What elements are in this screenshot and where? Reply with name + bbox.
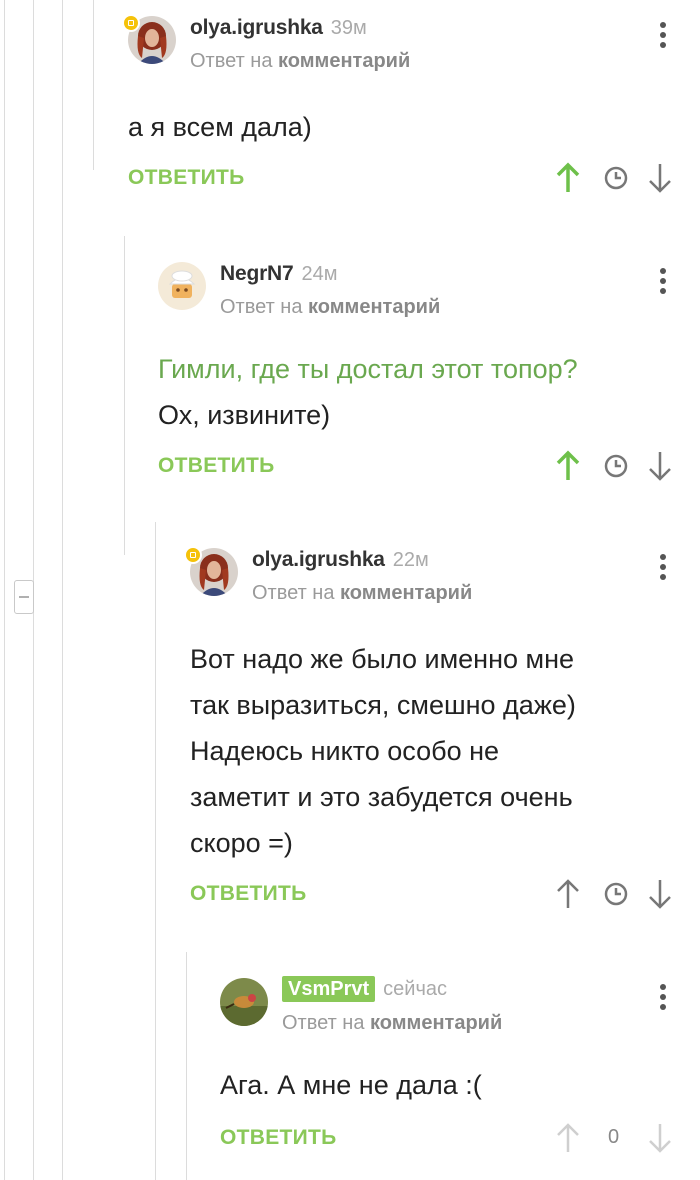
comment-time: 39м xyxy=(330,17,367,39)
arrow-up-icon[interactable] xyxy=(554,448,582,484)
comment-score: 0 xyxy=(608,1126,620,1148)
comment-actions: ОТВЕТИТЬ xyxy=(158,450,700,490)
more-vertical-icon[interactable] xyxy=(660,554,666,584)
arrow-down-icon xyxy=(649,1124,671,1153)
comment-actions: ОТВЕТИТЬ xyxy=(128,162,700,202)
arrow-down-icon[interactable] xyxy=(646,160,674,196)
clock-icon[interactable] xyxy=(602,876,630,912)
more-vertical-icon[interactable] xyxy=(660,22,666,52)
reply-to: Ответ на комментарий xyxy=(282,1012,503,1034)
reply-button[interactable]: ОТВЕТИТЬ xyxy=(128,166,245,190)
comment-text: Гимли, где ты достал этот топор? Ох, изв… xyxy=(158,346,578,438)
arrow-up-icon[interactable] xyxy=(554,876,582,912)
comment: olya.igrushka 22м Ответ на комментарий Во… xyxy=(184,546,700,918)
comment-header: olya.igrushka 22м xyxy=(252,548,429,572)
clock-icon[interactable] xyxy=(602,448,630,484)
reply-to: Ответ на комментарий xyxy=(190,50,411,72)
comment: VsmPrvt сейчас Ответ на комментарий Ага. … xyxy=(220,976,700,1168)
more-vertical-icon[interactable] xyxy=(660,268,666,298)
parent-comment-link[interactable]: комментарий xyxy=(340,582,472,604)
arrow-up-icon xyxy=(557,1123,579,1152)
comment-time: 22м xyxy=(392,549,429,571)
author-name[interactable]: olya.igrushka xyxy=(190,16,323,39)
thread-line xyxy=(93,0,94,170)
reply-button[interactable]: ОТВЕТИТЬ xyxy=(220,1126,337,1150)
avatar[interactable] xyxy=(158,262,206,310)
comment-text: Вот надо же было именно мне так выразить… xyxy=(190,644,576,858)
comment-header: VsmPrvt сейчас xyxy=(282,976,447,1002)
clock-icon[interactable] xyxy=(602,160,630,196)
comment-text: а я всем дала) xyxy=(128,112,312,142)
comment-actions: ОТВЕТИТЬ xyxy=(190,879,671,918)
reply-to: Ответ на комментарий xyxy=(220,296,441,318)
author-name[interactable]: NegrN7 xyxy=(220,262,294,285)
comment-text: Ага. А мне не дала :( xyxy=(220,1070,482,1100)
thread-line xyxy=(186,952,187,1180)
more-vertical-icon[interactable] xyxy=(660,984,666,1014)
arrow-down-icon[interactable] xyxy=(646,448,674,484)
reply-button[interactable]: ОТВЕТИТЬ xyxy=(158,454,275,478)
author-name[interactable]: VsmPrvt xyxy=(282,976,376,1002)
comment-actions: ОТВЕТИТЬ 0 xyxy=(220,1123,671,1162)
parent-comment-link[interactable]: комментарий xyxy=(370,1012,502,1034)
comment-header: NegrN7 24м xyxy=(220,262,338,286)
reply-to: Ответ на комментарий xyxy=(252,582,473,604)
comment-header: olya.igrushka 39м xyxy=(190,16,367,40)
arrow-down-icon[interactable] xyxy=(646,876,674,912)
rating-badge-icon xyxy=(184,546,202,564)
arrow-up-icon[interactable] xyxy=(554,160,582,196)
parent-comment-link[interactable]: комментарий xyxy=(278,50,410,72)
collapse-thread-button[interactable] xyxy=(14,580,34,614)
reply-button[interactable]: ОТВЕТИТЬ xyxy=(190,882,307,906)
comment-time: 24м xyxy=(301,263,338,285)
rating-badge-icon xyxy=(122,14,140,32)
thread-line xyxy=(124,236,125,555)
author-name[interactable]: olya.igrushka xyxy=(252,548,385,571)
comment-time: сейчас xyxy=(383,978,447,1000)
comment: olya.igrushka 39м Ответ на комментарий а … xyxy=(122,14,700,196)
avatar[interactable] xyxy=(220,978,268,1026)
quote-text: Гимли, где ты достал этот топор? xyxy=(158,354,578,384)
thread-line xyxy=(4,0,5,1180)
thread-line xyxy=(155,522,156,1180)
thread-line xyxy=(62,0,63,1180)
comment: NegrN7 24м Ответ на комментарий Гимли, гд… xyxy=(158,262,700,492)
parent-comment-link[interactable]: комментарий xyxy=(308,296,440,318)
